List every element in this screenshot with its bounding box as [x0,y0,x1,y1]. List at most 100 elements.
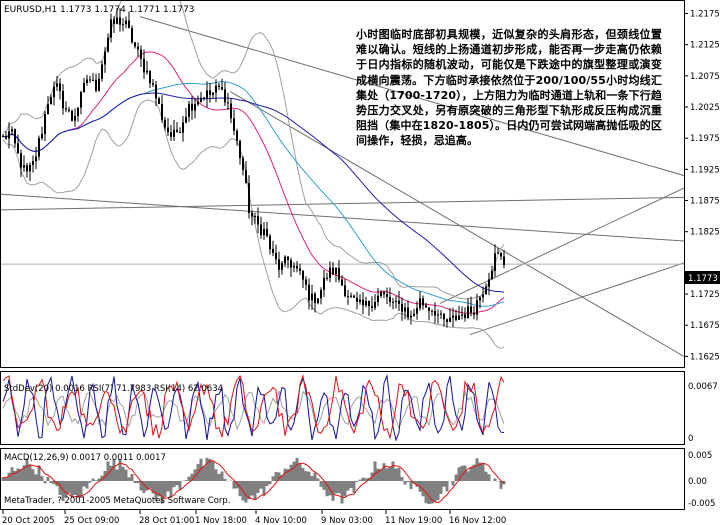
macd-bar [394,468,398,481]
y-tick-label: 1.2025 [690,103,720,113]
candle-body [431,310,433,312]
macd-bar [301,467,305,481]
macd-bar [442,481,446,487]
candle-body [437,314,439,316]
candle-body [482,294,484,298]
candle-body [425,305,427,308]
candle-body [29,164,31,172]
macd-bar [124,469,128,481]
candle-body [497,252,499,254]
candle-body [155,84,157,99]
candle-body [461,314,463,316]
indicator2-tick-label: 0.00 [688,477,707,487]
macd-bar [292,461,296,481]
candle-body [119,17,121,25]
macd-bar [409,481,413,490]
candle-body [368,300,370,307]
candle-body [251,212,253,217]
macd-bar [19,469,23,481]
macd-bar [148,481,152,489]
candle-body [14,129,16,144]
indicator2-label: MACD(12,26,9) 0.0017 0.0011 0.0017 [4,453,166,463]
macd-bar [4,478,8,481]
macd-bar [469,467,473,481]
candle-body [164,119,166,128]
macd-bar [109,465,113,481]
candle-body [335,268,337,274]
candle-body [191,103,193,111]
macd-bar [481,463,485,481]
macd-bar [73,481,77,495]
candle-body [194,104,196,111]
candle-body [101,64,103,79]
candle-body [410,315,412,318]
current-price-marker: 1.1773 [685,271,720,284]
candle-body [341,279,343,286]
candle-body [161,103,163,120]
macd-bar [346,481,350,491]
candle-body [308,284,310,301]
candle-body [287,256,289,261]
macd-bar [313,472,317,481]
y-tick-label: 1.2175 [690,9,720,19]
macd-bar [142,481,146,494]
candle-body [350,295,352,297]
candle-body [122,24,124,26]
candle-body [23,165,25,168]
macd-bar [220,471,224,481]
candle-body [356,297,358,302]
macd-bar [253,481,257,500]
symbol-header: EURUSD,H1 1.1773 1.1774 1.1771 1.1773 [4,5,195,15]
candle-body [209,90,211,95]
candle-body [362,299,364,306]
candle-body [389,296,391,302]
candle-body [395,300,397,302]
macd-bar [268,481,272,485]
macd-bar [352,481,356,493]
y-tick-label: 1.1625 [690,352,720,362]
candle-body [149,70,151,84]
macd-bar [439,481,443,494]
current-price-label: 1.1773 [688,274,718,284]
macd-bar [43,481,47,484]
candle-body [92,79,94,81]
macd-bar [454,474,458,481]
candle-body [56,83,58,87]
candle-body [74,116,76,121]
candle-body [32,161,34,165]
candle-body [311,293,313,301]
macd-bar [130,474,134,481]
candle-body [338,268,340,280]
indicator2-tick-label: -0.005 [688,499,715,509]
candle-body [494,253,496,271]
candle-body [146,70,148,73]
macd-bar [259,481,263,489]
candle-body [185,116,187,123]
candle-body [302,270,304,280]
candle-body [347,296,349,298]
macd-bar [274,471,278,481]
candle-body [449,317,451,322]
y-tick-label: 1.2075 [690,72,720,82]
macd-bar [202,466,206,481]
candle-body [26,165,28,172]
candle-body [230,103,232,119]
candle-body [182,122,184,133]
candle-body [428,307,430,311]
macd-bar [76,481,80,498]
macd-bar [178,481,182,490]
macd-bar [49,481,53,484]
candle-body [269,235,271,250]
candle-body [398,300,400,305]
candle-body [326,277,328,279]
macd-bar [451,481,455,486]
macd-bar [169,481,173,497]
macd-bar [406,481,410,483]
candle-body [440,313,442,315]
x-tick-label: 4 Nov 10:00 [255,516,307,525]
macd-bar [382,463,386,481]
macd-bar [40,476,44,481]
candle-body [458,315,460,320]
candle-body [359,299,361,302]
candle-body [131,28,133,43]
